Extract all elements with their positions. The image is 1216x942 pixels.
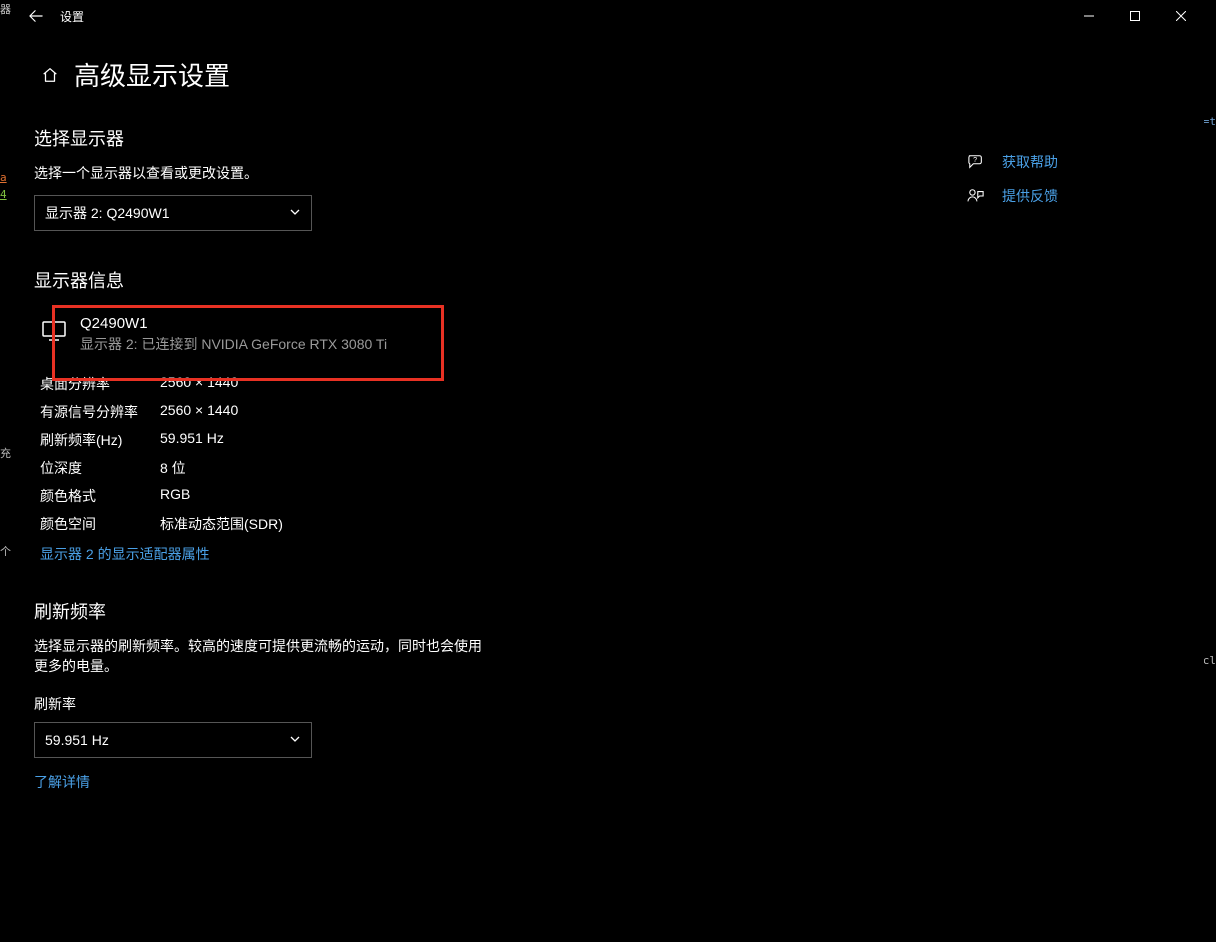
back-button[interactable]	[16, 0, 56, 32]
monitor-connection: 显示器 2: 已连接到 NVIDIA GeForce RTX 3080 Ti	[80, 334, 387, 354]
prop-row: 位深度8 位	[34, 454, 674, 482]
refresh-rate-label: 刷新率	[34, 694, 674, 714]
close-icon	[1176, 11, 1186, 21]
monitor-summary: Q2490W1 显示器 2: 已连接到 NVIDIA GeForce RTX 3…	[34, 305, 674, 364]
prop-val: 2560 × 1440	[160, 402, 238, 422]
monitor-name: Q2490W1	[80, 315, 387, 332]
prop-val: 59.951 Hz	[160, 430, 224, 450]
bg-glyph: a	[0, 172, 7, 183]
close-button[interactable]	[1158, 0, 1204, 32]
bg-glyph: =t	[1203, 116, 1216, 127]
settings-window: 设置 高级显示设置 选择显示器 选择一个显示器以查	[16, 0, 1204, 938]
prop-key: 位深度	[40, 458, 160, 478]
get-help-link[interactable]: ? 获取帮助	[964, 152, 1164, 172]
svg-text:?: ?	[973, 156, 977, 164]
titlebar: 设置	[16, 0, 1204, 32]
bg-glyph: 4	[0, 189, 7, 200]
prop-key: 颜色空间	[40, 514, 160, 534]
prop-val: 2560 × 1440	[160, 374, 238, 394]
prop-val: RGB	[160, 486, 190, 506]
prop-val: 标准动态范围(SDR)	[160, 514, 283, 534]
section-display-info: 显示器信息	[34, 267, 674, 293]
prop-val: 8 位	[160, 458, 186, 478]
bg-glyph: 器	[0, 4, 11, 15]
monitor-icon	[40, 317, 68, 345]
prop-key: 刷新频率(Hz)	[40, 430, 160, 450]
link-label: 提供反馈	[1002, 186, 1058, 206]
display-selector-dropdown[interactable]: 显示器 2: Q2490W1	[34, 195, 312, 231]
adapter-properties-link[interactable]: 显示器 2 的显示适配器属性	[40, 544, 210, 564]
dropdown-value: 59.951 Hz	[45, 732, 289, 748]
learn-more-link[interactable]: 了解详情	[34, 772, 90, 792]
maximize-icon	[1130, 11, 1140, 21]
prop-row: 有源信号分辨率2560 × 1440	[34, 398, 674, 426]
dropdown-value: 显示器 2: Q2490W1	[45, 203, 289, 223]
feedback-icon	[964, 186, 988, 206]
refresh-help: 选择显示器的刷新频率。较高的速度可提供更流畅的运动，同时也会使用更多的电量。	[34, 636, 494, 676]
maximize-button[interactable]	[1112, 0, 1158, 32]
help-chat-icon: ?	[964, 152, 988, 172]
home-icon	[41, 66, 59, 84]
chevron-down-icon	[289, 732, 301, 748]
give-feedback-link[interactable]: 提供反馈	[964, 186, 1164, 206]
display-properties-list: 桌面分辨率2560 × 1440 有源信号分辨率2560 × 1440 刷新频率…	[34, 370, 674, 538]
section-refresh-rate: 刷新频率	[34, 598, 674, 624]
minimize-button[interactable]	[1066, 0, 1112, 32]
app-title: 设置	[60, 8, 84, 25]
select-display-help: 选择一个显示器以查看或更改设置。	[34, 163, 674, 183]
section-select-display: 选择显示器	[34, 125, 674, 151]
prop-key: 有源信号分辨率	[40, 402, 160, 422]
bg-glyph: 充	[0, 448, 11, 459]
link-label: 获取帮助	[1002, 152, 1058, 172]
prop-key: 颜色格式	[40, 486, 160, 506]
prop-key: 桌面分辨率	[40, 374, 160, 394]
prop-row: 颜色格式RGB	[34, 482, 674, 510]
minimize-icon	[1084, 11, 1094, 21]
prop-row: 刷新频率(Hz)59.951 Hz	[34, 426, 674, 454]
arrow-left-icon	[29, 9, 43, 23]
chevron-down-icon	[289, 205, 301, 221]
prop-row: 桌面分辨率2560 × 1440	[34, 370, 674, 398]
bg-glyph: cl	[1203, 655, 1216, 666]
home-button[interactable]	[34, 59, 66, 91]
bg-glyph: 个	[0, 546, 11, 557]
prop-row: 颜色空间标准动态范围(SDR)	[34, 510, 674, 538]
refresh-rate-dropdown[interactable]: 59.951 Hz	[34, 722, 312, 758]
side-links: ? 获取帮助 提供反馈	[964, 152, 1164, 220]
page-title: 高级显示设置	[74, 56, 230, 93]
